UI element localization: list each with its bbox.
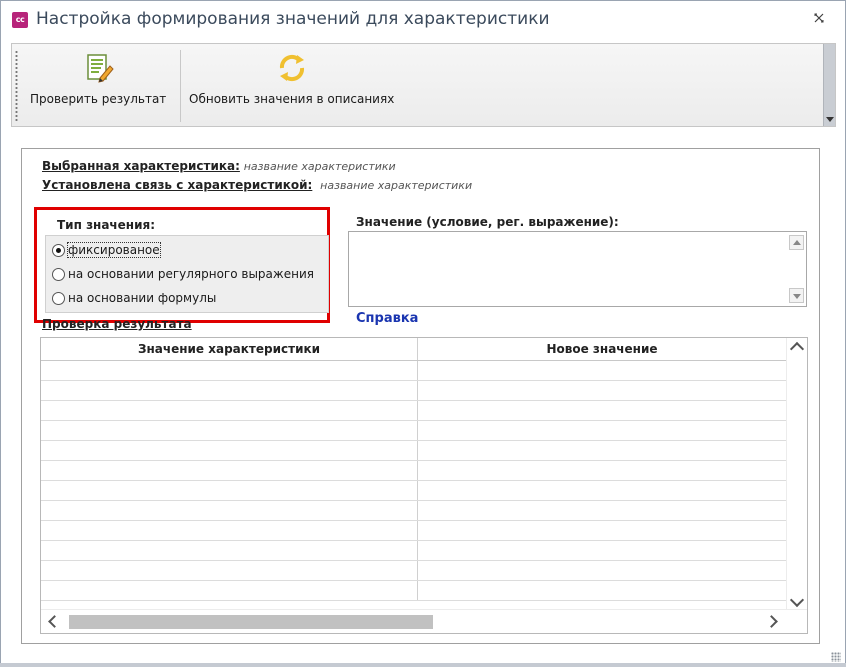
table-cell[interactable] xyxy=(418,561,786,580)
radio-button[interactable] xyxy=(52,291,65,305)
help-link[interactable]: Справка xyxy=(356,311,418,326)
table-cell[interactable] xyxy=(418,581,786,600)
table-cell[interactable] xyxy=(41,421,418,440)
value-type-highlight: Тип значения: фиксированое на основании … xyxy=(34,207,330,323)
scroll-up-button[interactable] xyxy=(789,235,804,250)
chevron-down-icon xyxy=(826,117,834,122)
close-icon xyxy=(814,13,824,23)
table-cell[interactable] xyxy=(41,441,418,460)
table-row[interactable] xyxy=(41,541,786,561)
app-icon: cc xyxy=(12,12,28,28)
table-cell[interactable] xyxy=(41,501,418,520)
table-row[interactable] xyxy=(41,421,786,441)
value-field-label: Значение (условие, рег. выражение): xyxy=(356,215,619,229)
toolbar-grip[interactable] xyxy=(15,50,18,122)
table-cell[interactable] xyxy=(418,401,786,420)
radio-fixed[interactable]: фиксированое xyxy=(52,241,161,259)
check-result-section-title: Проверка результата xyxy=(42,317,192,331)
grid-header: Значение характеристики Новое значение xyxy=(41,338,786,361)
grid-vertical-scrollbar[interactable] xyxy=(786,338,807,611)
grid-body xyxy=(41,361,786,609)
result-grid: Значение характеристики Новое значение xyxy=(40,337,808,634)
close-button[interactable] xyxy=(811,12,827,28)
table-cell[interactable] xyxy=(418,481,786,500)
column-header-characteristic-value[interactable]: Значение характеристики xyxy=(41,338,418,360)
toolbar: Проверить результат Обновить значения в … xyxy=(11,43,836,127)
table-cell[interactable] xyxy=(418,381,786,400)
radio-fixed-label: фиксированое xyxy=(67,242,161,258)
linked-characteristic-line: Установлена связь с характеристикой: наз… xyxy=(42,178,472,192)
table-row[interactable] xyxy=(41,481,786,501)
dialog-window: cc Настройка формирования значений для х… xyxy=(0,0,846,667)
scroll-down-button[interactable] xyxy=(789,288,804,303)
check-result-button[interactable]: Проверить результат xyxy=(30,52,166,122)
table-cell[interactable] xyxy=(41,461,418,480)
table-cell[interactable] xyxy=(418,421,786,440)
toolbar-separator xyxy=(180,50,181,122)
value-textarea[interactable] xyxy=(348,231,807,307)
radio-button[interactable] xyxy=(52,267,65,281)
linked-characteristic-value: название характеристики xyxy=(320,179,473,192)
radio-regex-label: на основании регулярного выражения xyxy=(68,267,314,281)
table-row[interactable] xyxy=(41,521,786,541)
background-window-edge xyxy=(0,663,846,667)
value-textarea-scrollbar[interactable] xyxy=(786,232,806,306)
table-row[interactable] xyxy=(41,381,786,401)
table-row[interactable] xyxy=(41,401,786,421)
table-cell[interactable] xyxy=(418,501,786,520)
selected-characteristic-line: Выбранная характеристика: название харак… xyxy=(42,159,396,173)
chevron-left-icon[interactable] xyxy=(48,615,61,628)
table-cell[interactable] xyxy=(418,521,786,540)
table-cell[interactable] xyxy=(418,441,786,460)
value-type-title: Тип значения: xyxy=(57,218,156,232)
check-result-label: Проверить результат xyxy=(30,92,167,106)
title-bar: cc Настройка формирования значений для х… xyxy=(1,1,845,39)
update-values-label: Обновить значения в описаниях xyxy=(189,92,395,106)
chevron-up-icon[interactable] xyxy=(789,341,805,357)
radio-button-checked[interactable] xyxy=(52,243,65,257)
table-cell[interactable] xyxy=(418,361,786,380)
chevron-right-icon[interactable] xyxy=(765,615,778,628)
radio-formula-label: на основании формулы xyxy=(68,291,217,305)
column-header-new-value[interactable]: Новое значение xyxy=(418,338,786,360)
document-edit-icon xyxy=(87,54,114,83)
resize-grip[interactable] xyxy=(831,652,841,662)
chevron-down-icon[interactable] xyxy=(789,592,805,608)
refresh-icon xyxy=(279,54,304,82)
table-cell[interactable] xyxy=(41,561,418,580)
table-row[interactable] xyxy=(41,561,786,581)
table-cell[interactable] xyxy=(41,381,418,400)
radio-regex[interactable]: на основании регулярного выражения xyxy=(52,265,314,283)
settings-panel: Выбранная характеристика: название харак… xyxy=(21,148,820,644)
table-cell[interactable] xyxy=(41,361,418,380)
table-cell[interactable] xyxy=(41,581,418,600)
linked-characteristic-key: Установлена связь с характеристикой: xyxy=(42,178,313,192)
radio-formula[interactable]: на основании формулы xyxy=(52,289,216,307)
table-row[interactable] xyxy=(41,361,786,381)
table-cell[interactable] xyxy=(41,481,418,500)
toolbar-overflow-button[interactable] xyxy=(823,44,835,126)
table-cell[interactable] xyxy=(41,401,418,420)
table-cell[interactable] xyxy=(41,521,418,540)
value-type-group: фиксированое на основании регулярного вы… xyxy=(45,235,329,313)
scrollbar-thumb[interactable] xyxy=(69,615,433,629)
selected-characteristic-value: название характеристики xyxy=(243,160,396,173)
table-row[interactable] xyxy=(41,461,786,481)
table-row[interactable] xyxy=(41,501,786,521)
selected-characteristic-key: Выбранная характеристика: xyxy=(42,159,240,173)
grid-horizontal-scrollbar[interactable] xyxy=(41,609,807,633)
window-title: Настройка формирования значений для хара… xyxy=(36,9,550,29)
table-row[interactable] xyxy=(41,581,786,601)
update-values-button[interactable]: Обновить значения в описаниях xyxy=(189,52,394,122)
table-cell[interactable] xyxy=(41,541,418,560)
table-row[interactable] xyxy=(41,441,786,461)
table-cell[interactable] xyxy=(418,541,786,560)
table-cell[interactable] xyxy=(418,461,786,480)
